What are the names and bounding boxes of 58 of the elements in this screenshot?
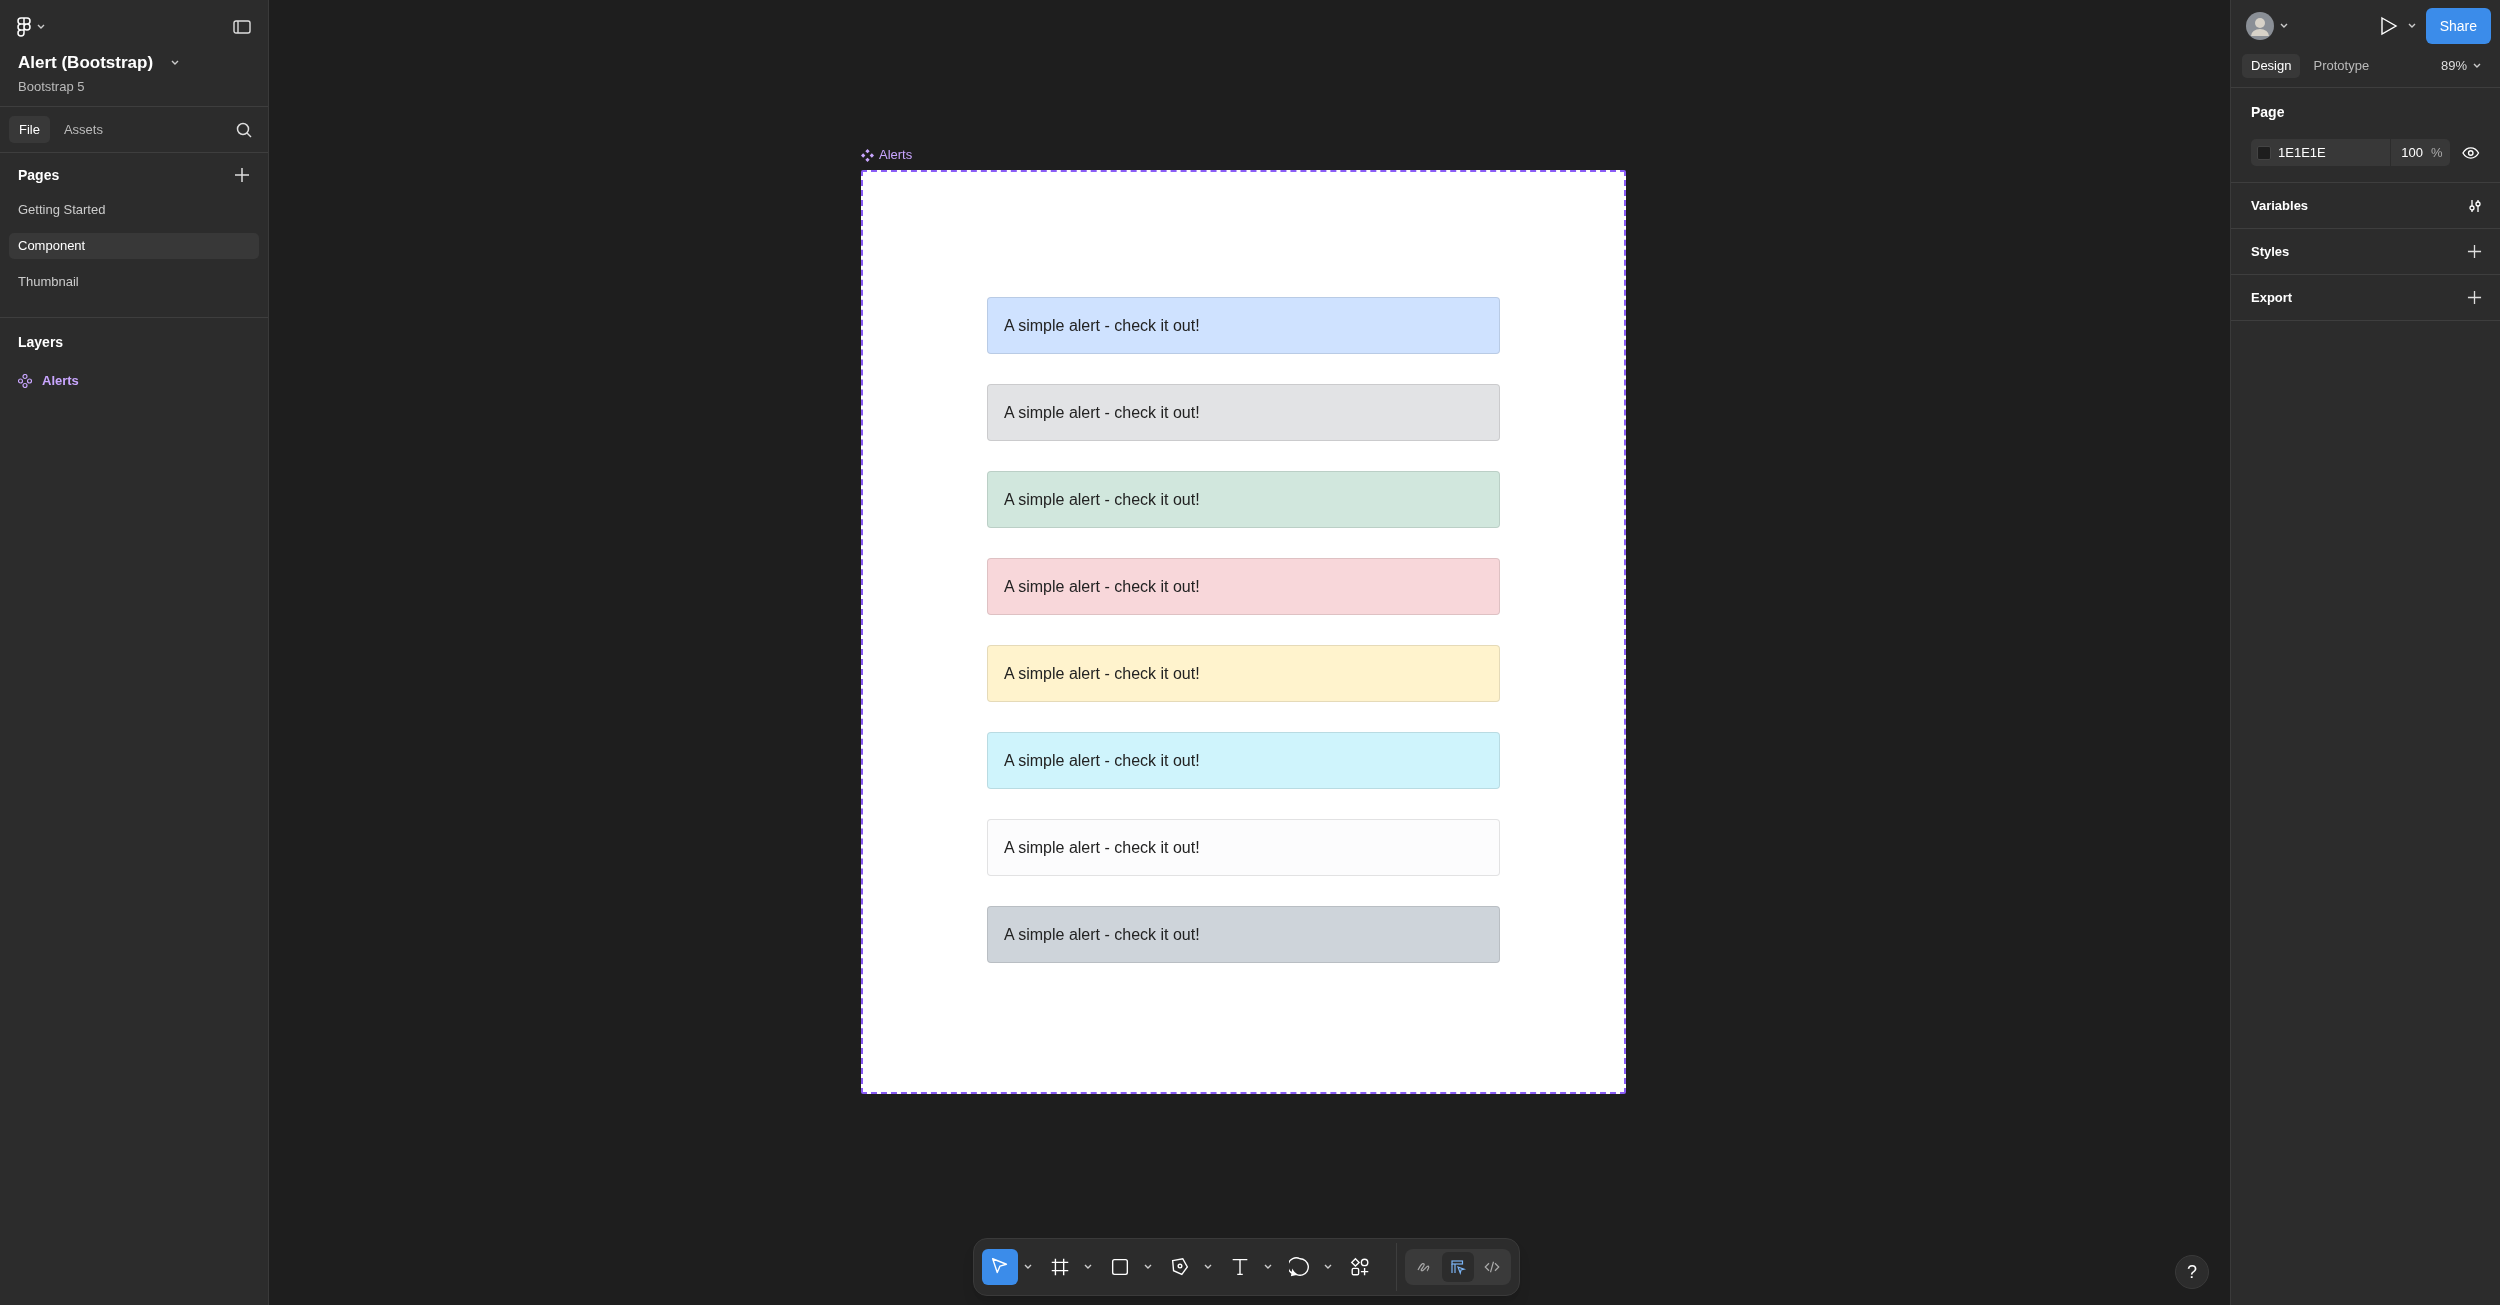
section-title: Styles bbox=[2251, 242, 2290, 261]
chevron-down-icon[interactable] bbox=[2407, 23, 2416, 29]
color-value[interactable]: 1E1E1E bbox=[2278, 142, 2391, 163]
color-swatch[interactable] bbox=[2257, 145, 2271, 160]
section-title: Export bbox=[2251, 288, 2293, 307]
component-icon bbox=[861, 148, 874, 162]
chevron-down-icon[interactable] bbox=[1204, 1264, 1212, 1270]
alert: A simple alert - check it out! bbox=[987, 558, 1500, 615]
component-icon bbox=[18, 374, 32, 388]
percent-label: % bbox=[2430, 143, 2443, 162]
chevron-down-icon[interactable] bbox=[1084, 1264, 1092, 1270]
panel-tab[interactable]: File bbox=[9, 116, 50, 143]
chevron-down-icon[interactable] bbox=[2280, 23, 2288, 29]
panel-tab[interactable]: Assets bbox=[53, 116, 113, 143]
move-tool-icon[interactable] bbox=[982, 1249, 1018, 1285]
alert: A simple alert - check it out! bbox=[987, 906, 1500, 963]
opacity-value[interactable]: 100 bbox=[2401, 142, 2423, 163]
avatar-icon[interactable] bbox=[2246, 12, 2274, 40]
section-title: Pages bbox=[18, 165, 60, 185]
alert: A simple alert - check it out! bbox=[987, 384, 1500, 441]
alert: A simple alert - check it out! bbox=[987, 471, 1500, 528]
search-icon[interactable] bbox=[236, 121, 252, 138]
frame-label[interactable]: Alerts bbox=[879, 145, 913, 165]
page-item[interactable]: Getting Started bbox=[9, 197, 259, 223]
page-item[interactable]: Component bbox=[9, 233, 259, 259]
file-title[interactable]: Alert (Bootstrap) bbox=[18, 50, 154, 76]
add-icon[interactable] bbox=[2467, 290, 2482, 305]
sidebar-toggle-icon[interactable] bbox=[233, 20, 251, 34]
chevron-down-icon[interactable] bbox=[171, 59, 180, 66]
panel-tab[interactable]: Design bbox=[2242, 53, 2301, 78]
main-menu-button[interactable] bbox=[17, 17, 45, 37]
section-title: Layers bbox=[18, 333, 65, 352]
add-icon[interactable] bbox=[234, 167, 250, 183]
alert: A simple alert - check it out! bbox=[987, 819, 1500, 876]
chevron-down-icon bbox=[37, 24, 45, 30]
zoom-level[interactable]: 89% bbox=[2440, 55, 2467, 76]
page-item[interactable]: Thumbnail bbox=[9, 269, 259, 295]
eye-icon[interactable] bbox=[2462, 146, 2480, 159]
alert: A simple alert - check it out! bbox=[987, 645, 1500, 702]
play-icon[interactable] bbox=[2379, 16, 2398, 36]
design-mode-icon[interactable] bbox=[1442, 1252, 1474, 1282]
chevron-down-icon[interactable] bbox=[1024, 1264, 1032, 1270]
add-icon[interactable] bbox=[2467, 244, 2482, 259]
logo-icon bbox=[17, 17, 31, 37]
chevron-down-icon[interactable] bbox=[1324, 1264, 1332, 1270]
chevron-down-icon[interactable] bbox=[1144, 1264, 1152, 1270]
page-color-field[interactable]: 1E1E1E 100 % bbox=[2251, 139, 2451, 166]
help-button[interactable]: ? bbox=[2175, 1255, 2209, 1289]
variables-icon[interactable] bbox=[2468, 198, 2482, 213]
chevron-down-icon[interactable] bbox=[1264, 1264, 1272, 1270]
alert: A simple alert - check it out! bbox=[987, 297, 1500, 354]
file-subtitle: Bootstrap 5 bbox=[18, 77, 86, 96]
section-title: Page bbox=[2251, 103, 2286, 122]
section-title: Variables bbox=[2251, 196, 2309, 215]
panel-tab[interactable]: Prototype bbox=[2304, 53, 2379, 78]
chevron-down-icon[interactable] bbox=[2473, 62, 2481, 69]
alert: A simple alert - check it out! bbox=[987, 732, 1500, 789]
layer-item[interactable]: Alerts bbox=[42, 371, 79, 391]
